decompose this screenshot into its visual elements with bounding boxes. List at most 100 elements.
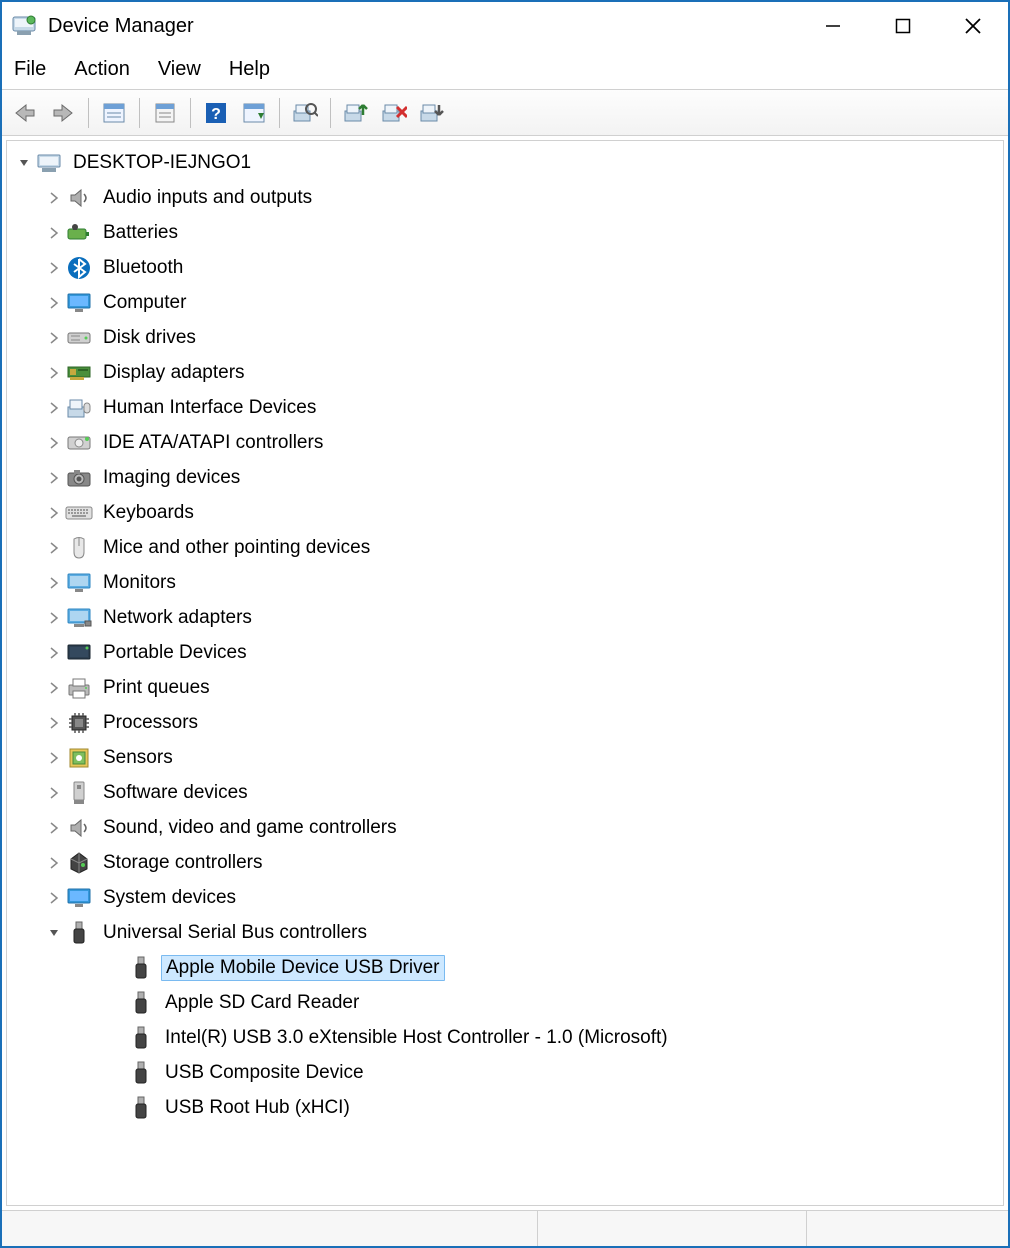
help-button[interactable]: ? (199, 96, 233, 130)
tree-category-label: Sound, video and game controllers (99, 816, 401, 840)
chevron-right-icon[interactable] (43, 192, 65, 204)
tree-category[interactable]: Network adapters (9, 600, 1001, 635)
chevron-right-icon[interactable] (43, 437, 65, 449)
tree-category-label: Storage controllers (99, 851, 266, 875)
usb-plug-icon (127, 1094, 155, 1122)
chevron-right-icon[interactable] (43, 577, 65, 589)
chevron-right-icon[interactable] (43, 367, 65, 379)
menu-action[interactable]: Action (74, 58, 130, 81)
tree-category[interactable]: Software devices (9, 775, 1001, 810)
tree-category[interactable]: Bluetooth (9, 250, 1001, 285)
close-button[interactable] (938, 2, 1008, 50)
ide-icon (65, 429, 93, 457)
tree-device[interactable]: USB Composite Device (9, 1055, 1001, 1090)
tree-device[interactable]: Intel(R) USB 3.0 eXtensible Host Control… (9, 1020, 1001, 1055)
tree-device[interactable]: Apple Mobile Device USB Driver (9, 950, 1001, 985)
chevron-right-icon[interactable] (43, 682, 65, 694)
battery-icon (65, 219, 93, 247)
tree-device[interactable]: USB Root Hub (xHCI) (9, 1090, 1001, 1125)
tree-category[interactable]: Monitors (9, 565, 1001, 600)
tree-category-label: Imaging devices (99, 466, 244, 490)
usb-icon (65, 919, 93, 947)
chevron-down-icon[interactable] (43, 927, 65, 939)
disk-icon (65, 324, 93, 352)
forward-button[interactable] (46, 96, 80, 130)
chevron-right-icon[interactable] (43, 472, 65, 484)
chevron-right-icon[interactable] (43, 822, 65, 834)
tree-category[interactable]: Human Interface Devices (9, 390, 1001, 425)
tree-category[interactable]: Sound, video and game controllers (9, 810, 1001, 845)
disable-device-button[interactable] (415, 96, 449, 130)
tree-root[interactable]: DESKTOP-IEJNGO1 (9, 145, 1001, 180)
usb-plug-icon (127, 1024, 155, 1052)
tree-category[interactable]: Disk drives (9, 320, 1001, 355)
tree-category[interactable]: Computer (9, 285, 1001, 320)
device-tree[interactable]: DESKTOP-IEJNGO1 Audio inputs and outputs… (6, 140, 1004, 1206)
tree-category[interactable]: Print queues (9, 670, 1001, 705)
usb-plug-icon (127, 1059, 155, 1087)
tree-category[interactable]: Display adapters (9, 355, 1001, 390)
chevron-right-icon[interactable] (43, 752, 65, 764)
scan-hardware-button[interactable] (288, 96, 322, 130)
chevron-right-icon[interactable] (43, 857, 65, 869)
uninstall-device-button[interactable] (377, 96, 411, 130)
maximize-button[interactable] (868, 2, 938, 50)
chevron-down-icon[interactable] (13, 157, 35, 169)
chevron-right-icon[interactable] (43, 262, 65, 274)
tree-device[interactable]: Apple SD Card Reader (9, 985, 1001, 1020)
menu-file[interactable]: File (14, 58, 46, 81)
category-usb[interactable]: Universal Serial Bus controllers (9, 915, 1001, 950)
tree-category[interactable]: Portable Devices (9, 635, 1001, 670)
tree-category-label: Network adapters (99, 606, 256, 630)
tree-category[interactable]: Batteries (9, 215, 1001, 250)
tree-category[interactable]: Audio inputs and outputs (9, 180, 1001, 215)
bluetooth-icon (65, 254, 93, 282)
chevron-right-icon[interactable] (43, 717, 65, 729)
statusbar-cell (807, 1211, 1008, 1246)
chevron-right-icon[interactable] (43, 227, 65, 239)
display-card-icon (65, 359, 93, 387)
tree-category[interactable]: System devices (9, 880, 1001, 915)
tree-category[interactable]: Processors (9, 705, 1001, 740)
computer-icon (35, 149, 63, 177)
chevron-right-icon[interactable] (43, 787, 65, 799)
tree-category[interactable]: Sensors (9, 740, 1001, 775)
tree-category[interactable]: Mice and other pointing devices (9, 530, 1001, 565)
update-driver-button[interactable] (339, 96, 373, 130)
tree-category-label: IDE ATA/ATAPI controllers (99, 431, 327, 455)
speaker-icon (65, 814, 93, 842)
usb-plug-icon (127, 989, 155, 1017)
categories-container: Audio inputs and outputs Batteries Bluetoo… (9, 180, 1001, 915)
statusbar-cell (538, 1211, 807, 1246)
show-hide-tree-button[interactable] (97, 96, 131, 130)
tree-category-label: Batteries (99, 221, 182, 245)
tree-device-label: Apple Mobile Device USB Driver (161, 955, 445, 981)
chevron-right-icon[interactable] (43, 297, 65, 309)
chevron-right-icon[interactable] (43, 402, 65, 414)
chevron-right-icon[interactable] (43, 612, 65, 624)
chevron-right-icon[interactable] (43, 507, 65, 519)
tree-root-label: DESKTOP-IEJNGO1 (69, 151, 255, 175)
tree-category[interactable]: Keyboards (9, 495, 1001, 530)
back-button[interactable] (8, 96, 42, 130)
tree-category[interactable]: Imaging devices (9, 460, 1001, 495)
menu-view[interactable]: View (158, 58, 201, 81)
chevron-right-icon[interactable] (43, 892, 65, 904)
mouse-icon (65, 534, 93, 562)
monitor2-icon (65, 569, 93, 597)
properties-button[interactable] (148, 96, 182, 130)
keyboard-icon (65, 499, 93, 527)
tree-category[interactable]: Storage controllers (9, 845, 1001, 880)
chevron-right-icon[interactable] (43, 332, 65, 344)
chevron-right-icon[interactable] (43, 647, 65, 659)
minimize-button[interactable] (798, 2, 868, 50)
tree-category[interactable]: IDE ATA/ATAPI controllers (9, 425, 1001, 460)
menu-help[interactable]: Help (229, 58, 270, 81)
tree-device-label: USB Composite Device (161, 1061, 368, 1085)
chevron-right-icon[interactable] (43, 542, 65, 554)
tree-category-label: Software devices (99, 781, 252, 805)
speaker-icon (65, 184, 93, 212)
action-button[interactable] (237, 96, 271, 130)
tree-device-label: USB Root Hub (xHCI) (161, 1096, 354, 1120)
usb-plug-icon (127, 954, 155, 982)
